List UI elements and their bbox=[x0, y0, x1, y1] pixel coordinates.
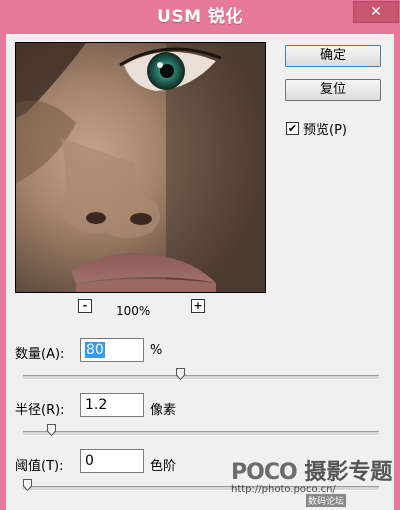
title-bar[interactable]: USM 锐化 ✕ bbox=[0, 0, 400, 34]
radius-slider-thumb[interactable] bbox=[47, 424, 57, 436]
amount-label: 数量(A): bbox=[15, 347, 65, 362]
watermark: POCO 摄影专题 http://photo.poco.cn/ bbox=[231, 454, 392, 495]
reset-button[interactable]: 复位 bbox=[285, 79, 381, 101]
dialog-window: USM 锐化 ✕ - 100% + 确定 复位 ✔ 预览(P) 数量(A): 8… bbox=[0, 0, 400, 510]
amount-unit: % bbox=[150, 343, 163, 358]
window-title: USM 锐化 bbox=[157, 7, 243, 27]
watermark-overlay: 数码论坛 bbox=[306, 494, 347, 507]
zoom-level: 100% bbox=[116, 304, 151, 318]
preview-image[interactable] bbox=[15, 42, 266, 293]
radius-slider-track[interactable] bbox=[23, 431, 379, 436]
radius-value: 1.2 bbox=[85, 397, 108, 413]
watermark-text: 摄影专题 bbox=[304, 460, 393, 485]
preview-checkbox[interactable]: ✔ bbox=[286, 122, 299, 135]
threshold-slider-thumb[interactable] bbox=[23, 479, 32, 491]
threshold-value: 0 bbox=[85, 453, 94, 469]
amount-value: 80 bbox=[85, 342, 105, 358]
threshold-label: 阈值(T): bbox=[15, 459, 64, 474]
close-button[interactable]: ✕ bbox=[353, 1, 399, 23]
radius-input[interactable]: 1.2 bbox=[80, 393, 144, 417]
watermark-brand: POCO bbox=[231, 460, 298, 485]
radius-unit: 像素 bbox=[150, 403, 177, 418]
zoom-out-button[interactable]: - bbox=[78, 299, 92, 313]
dialog-body: - 100% + 确定 复位 ✔ 预览(P) 数量(A): 80 % 半径(R)… bbox=[6, 34, 394, 510]
amount-input[interactable]: 80 bbox=[80, 338, 144, 362]
amount-slider-track[interactable] bbox=[23, 375, 379, 380]
check-icon: ✔ bbox=[287, 122, 298, 135]
threshold-unit: 色阶 bbox=[150, 459, 177, 474]
amount-slider-thumb[interactable] bbox=[175, 368, 185, 380]
preview-checkbox-label: 预览(P) bbox=[303, 123, 347, 138]
radius-label: 半径(R): bbox=[15, 403, 65, 418]
ok-button[interactable]: 确定 bbox=[285, 45, 381, 67]
zoom-in-button[interactable]: + bbox=[191, 299, 205, 313]
face-photo bbox=[16, 43, 265, 292]
threshold-input[interactable]: 0 bbox=[80, 449, 144, 473]
